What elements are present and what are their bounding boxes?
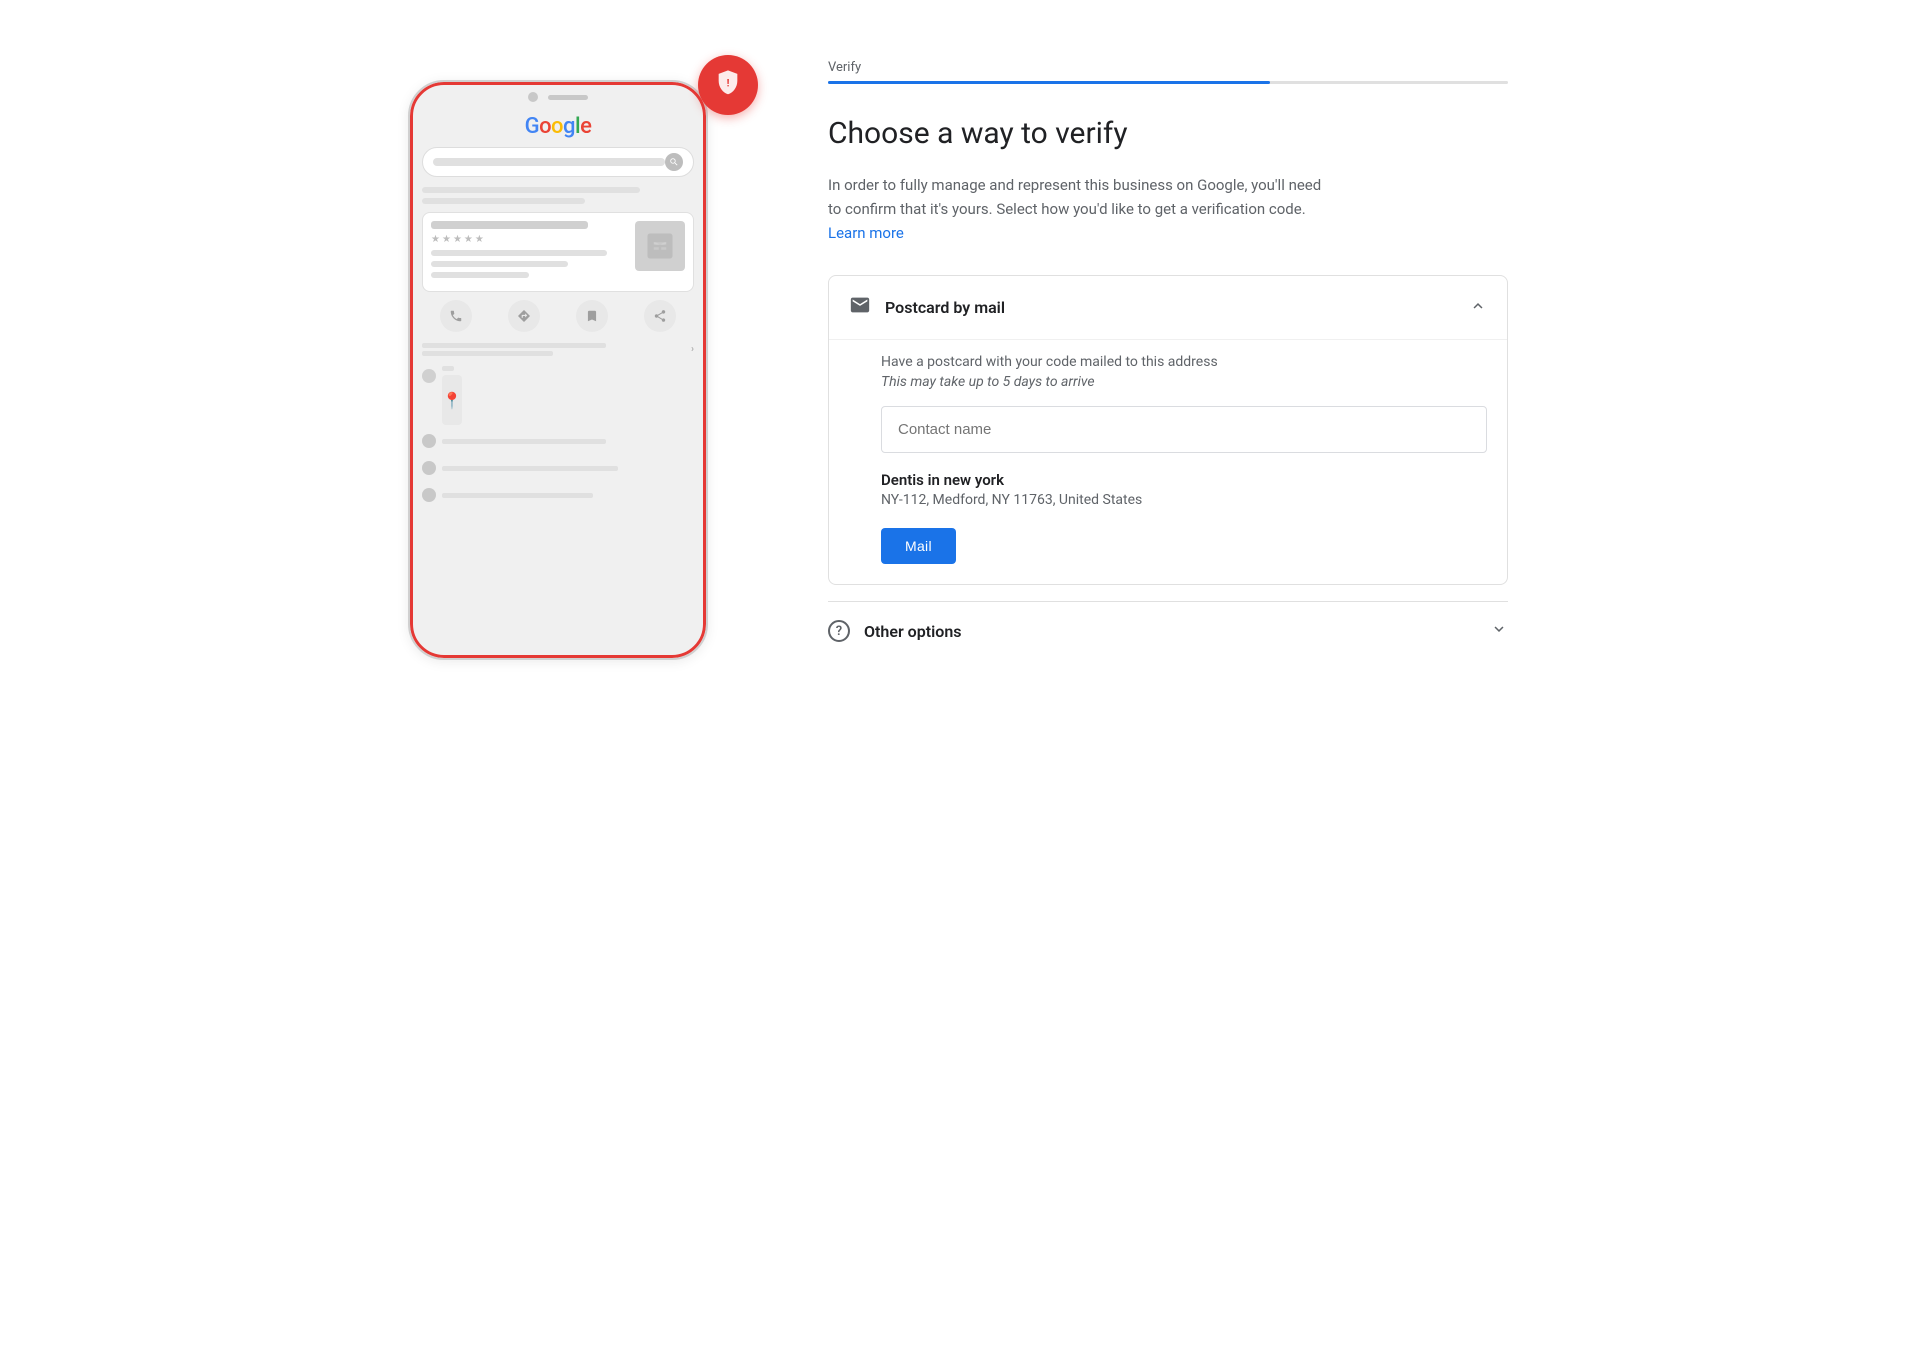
- hours-lines: [442, 439, 694, 444]
- postcard-label: Postcard by mail: [885, 298, 1005, 317]
- phone-frame: Google: [408, 80, 708, 660]
- business-name-block: Dentis in new york NY-112, Medford, NY 1…: [881, 471, 1487, 508]
- verify-title: Choose a way to verify: [828, 114, 1508, 153]
- mail-button[interactable]: Mail: [881, 528, 956, 564]
- progress-label: Verify: [828, 60, 1508, 75]
- page-container: ! Google: [408, 40, 1508, 660]
- phone-map-area: 📍: [442, 375, 462, 425]
- phone-search-icon: [665, 153, 683, 171]
- phone-call-icon: [440, 300, 472, 332]
- phone-business-card: ★ ★ ★ ★ ★: [422, 212, 694, 292]
- phone-more-row-arrow: ›: [422, 340, 694, 360]
- other-options-panel[interactable]: ? Other options: [828, 601, 1508, 660]
- phone-share-icon: [644, 300, 676, 332]
- google-logo-area: Google: [422, 114, 694, 139]
- search-bar-line: [433, 158, 665, 166]
- business-name: Dentis in new york: [881, 471, 1487, 489]
- google-letter-g2: g: [563, 114, 575, 139]
- phone-action-icons: [422, 300, 694, 332]
- phone-search-bar: [422, 147, 694, 177]
- location-icon: [422, 369, 436, 383]
- postcard-chevron-up-icon: [1469, 297, 1487, 319]
- learn-more-link[interactable]: Learn more: [828, 224, 904, 242]
- business-address: NY-112, Medford, NY 11763, United States: [881, 492, 1487, 508]
- postcard-body-note: This may take up to 5 days to arrive: [881, 374, 1487, 390]
- star-row: ★ ★ ★ ★ ★: [431, 234, 627, 245]
- progress-track: [828, 81, 1508, 84]
- more-info-lines: [422, 343, 685, 356]
- verify-desc-text: In order to fully manage and represent t…: [828, 176, 1321, 218]
- star-5: ★: [475, 234, 484, 245]
- postcard-option-header[interactable]: Postcard by mail: [829, 276, 1507, 339]
- envelope-icon: [849, 294, 871, 321]
- phone-top-bar: [410, 82, 706, 108]
- google-logo: Google: [525, 114, 592, 139]
- website-lines: [442, 493, 694, 498]
- star-1: ★: [431, 234, 440, 245]
- phone-save-icon: [576, 300, 608, 332]
- clock-icon: [422, 434, 436, 448]
- phone-content-lines-top: [422, 187, 694, 204]
- contact-name-input[interactable]: [881, 406, 1487, 453]
- verify-description: In order to fully manage and represent t…: [828, 173, 1328, 245]
- star-2: ★: [442, 234, 451, 245]
- other-options-label: Other options: [864, 622, 961, 641]
- star-4: ★: [464, 234, 473, 245]
- google-letter-o1: o: [539, 114, 551, 139]
- other-options-chevron-down-icon: [1490, 620, 1508, 642]
- phone-section: ! Google: [408, 60, 748, 660]
- phone-content: Google: [410, 108, 706, 526]
- phone-camera: [528, 92, 538, 102]
- phone-map-section: 📍: [422, 366, 694, 425]
- phone-directions-icon: [508, 300, 540, 332]
- phone-website-row: [422, 485, 694, 506]
- progress-fill: [828, 81, 1270, 84]
- more-arrow-icon: ›: [691, 344, 694, 355]
- google-letter-g: G: [525, 114, 540, 139]
- phone-number-row: [422, 458, 694, 479]
- verify-section: Verify Choose a way to verify In order t…: [828, 60, 1508, 660]
- shield-badge: !: [698, 55, 758, 115]
- postcard-option-panel: Postcard by mail Have a postcard with yo…: [828, 275, 1508, 585]
- business-thumbnail: [635, 221, 685, 271]
- map-pin-icon: 📍: [442, 391, 462, 410]
- google-letter-o2: o: [551, 114, 563, 139]
- phone-lines: [442, 466, 694, 471]
- business-lines: [431, 250, 627, 278]
- progress-bar-container: Verify: [828, 60, 1508, 84]
- other-options-left: ? Other options: [828, 620, 961, 642]
- phone-speaker: [548, 95, 588, 100]
- phone-hours-row: [422, 431, 694, 452]
- postcard-option-body: Have a postcard with your code mailed to…: [829, 339, 1507, 584]
- business-name-line: [431, 221, 588, 229]
- phone-more-info: › 📍: [422, 340, 694, 506]
- website-icon: [422, 488, 436, 502]
- star-3: ★: [453, 234, 462, 245]
- question-circle-icon: ?: [828, 620, 850, 642]
- phone-number-icon: [422, 461, 436, 475]
- postcard-header-left: Postcard by mail: [849, 294, 1005, 321]
- shield-icon: !: [714, 68, 742, 103]
- google-letter-e: e: [580, 114, 591, 139]
- svg-text:!: !: [727, 76, 730, 89]
- business-info: ★ ★ ★ ★ ★: [431, 221, 627, 283]
- postcard-body-desc: Have a postcard with your code mailed to…: [881, 354, 1487, 370]
